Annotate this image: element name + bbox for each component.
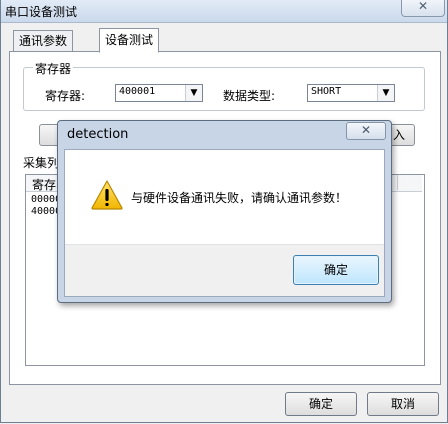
write-button-label: 入: [392, 128, 405, 142]
collect-list-label: 采集列: [23, 156, 60, 170]
datatype-label: 数据类型:: [223, 89, 276, 103]
dialog-title: detection: [67, 127, 129, 142]
title-bar: 串口设备测试 ✕: [1, 0, 447, 23]
close-icon: ✕: [417, 0, 429, 13]
list-header-register[interactable]: 寄存: [32, 176, 56, 193]
register-group-title: 寄存器: [33, 60, 74, 77]
cancel-button[interactable]: 取消: [367, 392, 439, 416]
tab-comm-params[interactable]: 通讯参数: [13, 30, 74, 52]
dialog-close-button[interactable]: ✕: [346, 122, 386, 140]
dialog-message: 与硬件设备通讯失败，请确认通讯参数！: [131, 191, 348, 205]
dialog-body: 与硬件设备通讯失败，请确认通讯参数！ 确定: [64, 149, 385, 297]
register-select-value: 400001: [119, 86, 156, 97]
tab-device-test[interactable]: 设备测试: [99, 28, 160, 53]
datatype-select-value: SHORT: [311, 86, 342, 97]
datatype-select[interactable]: SHORT ▼: [307, 84, 395, 102]
dialog-ok-button[interactable]: 确定: [293, 255, 379, 285]
ok-button[interactable]: 确定: [285, 392, 357, 416]
register-select[interactable]: 400001 ▼: [115, 84, 203, 102]
window-close-button[interactable]: ✕: [401, 0, 445, 17]
register-label: 寄存器:: [45, 89, 86, 103]
close-icon: ✕: [360, 123, 372, 137]
window-title: 串口设备测试: [5, 5, 78, 19]
warning-icon: [91, 180, 123, 210]
error-dialog: detection ✕ 与硬件设备通讯失败，请确认通讯参数！ 确定: [57, 120, 392, 303]
chevron-down-icon: ▼: [377, 85, 394, 101]
dialog-footer: 确定: [65, 244, 384, 296]
chevron-down-icon: ▼: [185, 85, 202, 101]
list-header-column2[interactable]: [397, 175, 418, 190]
